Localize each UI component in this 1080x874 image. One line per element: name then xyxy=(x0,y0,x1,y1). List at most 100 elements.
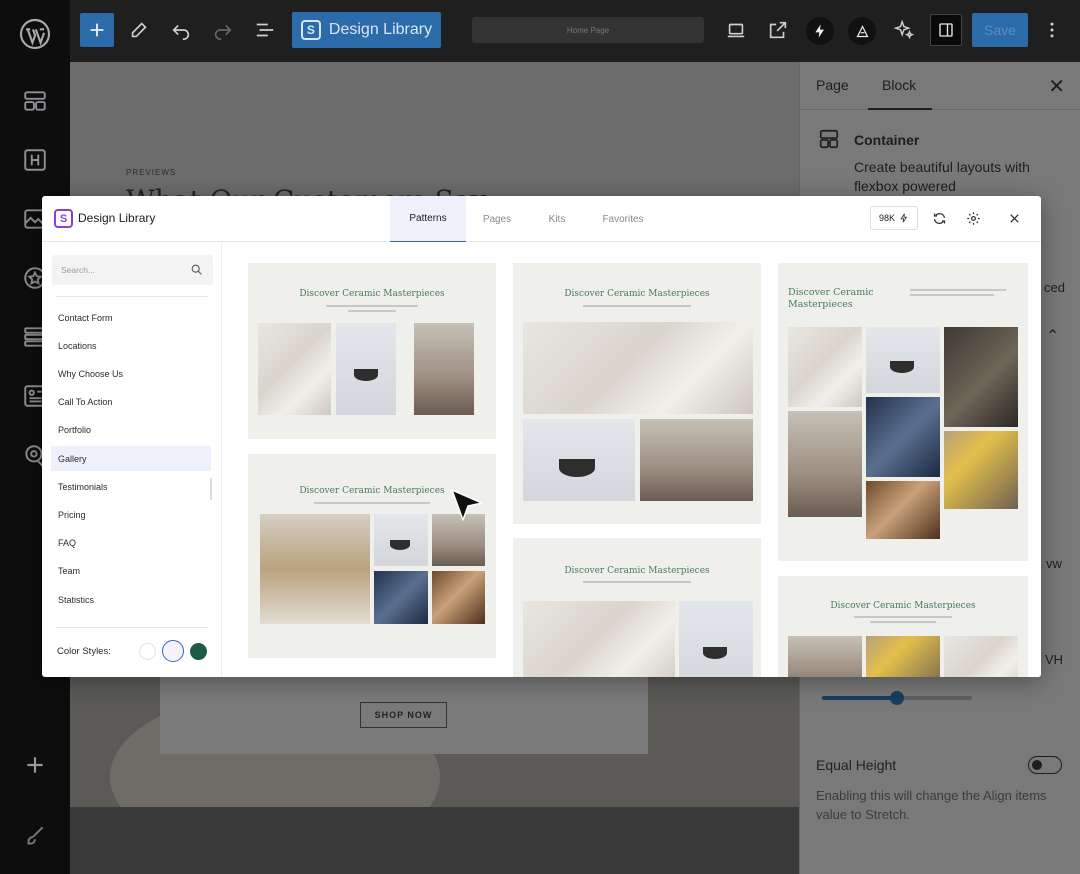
add-icon[interactable] xyxy=(19,749,51,781)
unit-vw-label: vw xyxy=(1046,556,1062,571)
design-library-button[interactable]: S Design Library xyxy=(292,12,441,48)
pattern-subtext xyxy=(348,310,396,312)
category-why-choose-us[interactable]: Why Choose Us xyxy=(51,361,211,386)
pattern-image xyxy=(866,397,940,477)
category-statistics[interactable]: Statistics xyxy=(51,587,211,612)
pattern-image xyxy=(679,601,753,677)
divider xyxy=(56,627,208,628)
redo-button[interactable] xyxy=(210,12,236,48)
category-call-to-action[interactable]: Call To Action xyxy=(51,389,211,414)
pattern-image xyxy=(336,323,396,415)
pattern-image xyxy=(944,327,1018,427)
tab-kits[interactable]: Kits xyxy=(536,196,578,242)
options-menu-button[interactable] xyxy=(1042,12,1062,48)
color-style-dark-swatch[interactable] xyxy=(190,643,207,660)
pattern-image xyxy=(788,636,862,677)
save-button[interactable]: Save xyxy=(972,13,1028,47)
color-style-light-swatch[interactable] xyxy=(139,643,156,660)
color-style-default-swatch[interactable] xyxy=(162,640,184,662)
search-input[interactable]: Search... xyxy=(52,255,213,285)
category-contact-form[interactable]: Contact Form xyxy=(51,305,211,330)
design-library-modal: S Design Library Patterns Pages Kits Fav… xyxy=(42,196,1041,677)
pattern-image xyxy=(260,514,370,624)
pattern-subtext xyxy=(583,305,691,307)
plus-icon xyxy=(90,23,104,37)
category-faq[interactable]: FAQ xyxy=(51,530,211,555)
wordpress-logo-icon[interactable] xyxy=(19,18,51,50)
credits-counter[interactable]: 98K xyxy=(870,206,918,230)
gear-icon[interactable] xyxy=(963,208,983,228)
tab-page[interactable]: Page xyxy=(816,77,849,93)
pattern-heading: Discover Ceramic Masterpieces xyxy=(830,601,976,611)
document-title: Home Page xyxy=(566,25,610,35)
brush-icon[interactable] xyxy=(19,820,51,852)
undo-button[interactable] xyxy=(168,12,194,48)
equal-height-toggle[interactable] xyxy=(1028,756,1062,774)
pattern-heading-line-2: Masterpieces xyxy=(788,299,853,310)
layout-icon[interactable] xyxy=(19,85,51,117)
close-inspector-icon[interactable]: ✕ xyxy=(1048,74,1065,99)
tools-button[interactable] xyxy=(126,12,152,48)
pattern-subtext xyxy=(854,616,952,618)
container-block-icon xyxy=(819,129,839,149)
bolt-icon xyxy=(900,213,908,223)
pattern-heading: Discover Ceramic Masterpieces xyxy=(564,289,710,299)
pattern-subtext xyxy=(314,502,430,504)
view-post-button[interactable] xyxy=(764,12,792,48)
pattern-image xyxy=(944,636,1018,677)
pattern-subtext xyxy=(870,621,936,623)
plugin-bolt-button[interactable] xyxy=(806,17,834,45)
category-locations[interactable]: Locations xyxy=(51,333,211,358)
pattern-card[interactable]: Discover Ceramic Masterpieces xyxy=(778,576,1028,677)
pattern-card[interactable]: Discover Ceramic Masterpieces xyxy=(248,263,496,439)
pattern-card[interactable]: Discover Ceramic Masterpieces xyxy=(778,263,1028,561)
modal-header: S Design Library Patterns Pages Kits Fav… xyxy=(42,196,1041,242)
pattern-heading-line-1: Discover Ceramic xyxy=(788,287,874,298)
tab-pages[interactable]: Pages xyxy=(474,196,520,242)
document-title-bar[interactable]: Home Page xyxy=(472,17,704,43)
divider xyxy=(56,296,208,297)
pattern-image xyxy=(640,419,753,501)
pattern-image xyxy=(523,419,635,501)
triangle-logo-icon xyxy=(855,24,869,37)
pattern-subtext xyxy=(326,305,418,307)
close-icon[interactable] xyxy=(1004,208,1024,228)
plugin-triangle-button[interactable] xyxy=(848,17,876,45)
tab-block[interactable]: Block xyxy=(867,77,933,110)
sidebar-panel-icon xyxy=(939,23,953,37)
unit-vh-label: VH xyxy=(1045,652,1064,667)
list-view-icon xyxy=(256,23,274,37)
preview-device-button[interactable] xyxy=(722,12,750,48)
pattern-image xyxy=(523,601,675,677)
tab-patterns[interactable]: Patterns xyxy=(390,196,466,242)
modal-title: Design Library xyxy=(78,211,156,225)
settings-sidebar-toggle[interactable] xyxy=(930,14,962,46)
pattern-card[interactable]: Discover Ceramic Masterpieces xyxy=(513,538,761,677)
category-team[interactable]: Team xyxy=(51,558,211,583)
heading-block-icon[interactable] xyxy=(19,144,51,176)
pattern-card[interactable]: Discover Ceramic Masterpieces xyxy=(248,454,496,658)
slider-thumb[interactable] xyxy=(890,691,904,705)
document-overview-button[interactable] xyxy=(252,12,278,48)
category-portfolio[interactable]: Portfolio xyxy=(51,417,211,442)
color-styles-label: Color Styles: xyxy=(57,646,111,657)
panel-chevron-up-icon[interactable]: ⌃ xyxy=(1046,326,1059,346)
height-slider[interactable] xyxy=(822,691,972,705)
pattern-image xyxy=(432,571,485,624)
pattern-card[interactable]: Discover Ceramic Masterpieces xyxy=(513,263,761,524)
category-testimonials[interactable]: Testimonials xyxy=(51,474,211,499)
shop-now-button[interactable]: SHOP NOW xyxy=(360,702,447,728)
pattern-image xyxy=(866,481,940,539)
pattern-subtext xyxy=(910,289,1006,291)
pattern-image xyxy=(866,327,940,393)
pattern-heading: Discover Ceramic Masterpieces xyxy=(299,289,445,299)
category-pricing[interactable]: Pricing xyxy=(51,502,211,527)
equal-height-label: Equal Height xyxy=(816,757,897,773)
refresh-icon[interactable] xyxy=(929,208,949,228)
category-gallery[interactable]: Gallery xyxy=(51,446,211,471)
sidebar-scrollbar[interactable] xyxy=(210,478,212,500)
tab-favorites[interactable]: Favorites xyxy=(592,196,654,242)
ai-sparkle-button[interactable] xyxy=(890,12,918,48)
block-inserter-button[interactable] xyxy=(80,13,114,47)
pattern-subtext xyxy=(583,581,691,583)
